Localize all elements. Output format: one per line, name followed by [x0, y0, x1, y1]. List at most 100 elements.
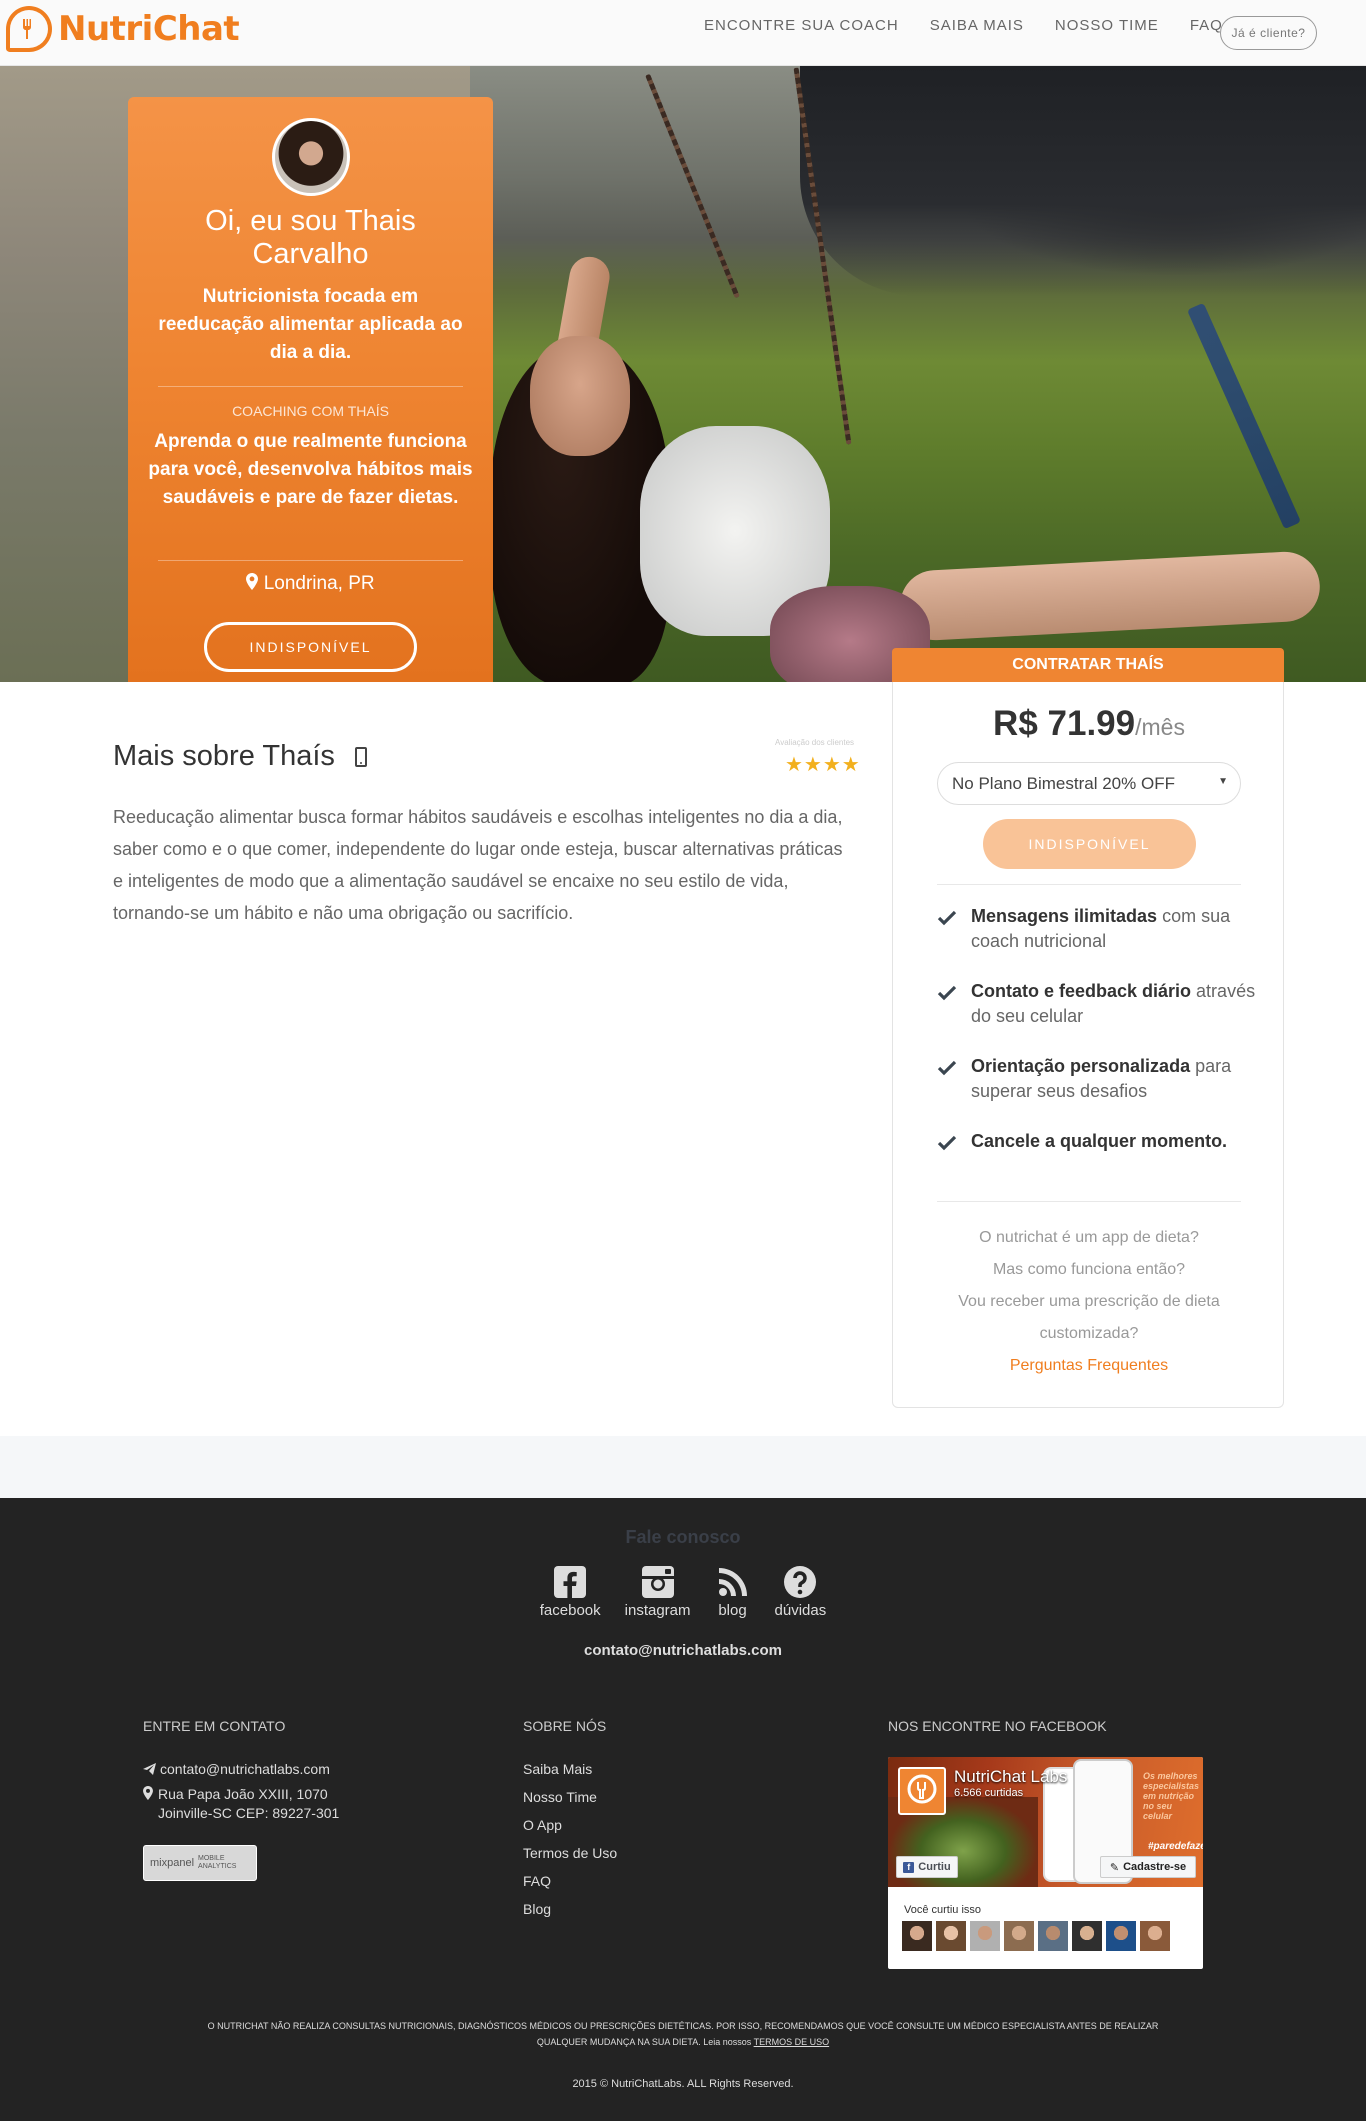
feature-bold: Contato e feedback diário	[971, 981, 1192, 1001]
fb-page-logo	[898, 1767, 946, 1815]
unavailable-button[interactable]: INDISPONÍVEL	[204, 622, 417, 672]
footer-link-nosso-time[interactable]: Nosso Time	[523, 1789, 597, 1805]
friend-avatar[interactable]	[902, 1921, 932, 1951]
social-blog[interactable]: blog	[715, 1564, 751, 1619]
nav-link-encontre-coach[interactable]: ENCONTRE SUA COACH	[704, 17, 899, 34]
map-marker-icon	[143, 1786, 158, 1802]
fb-signup-button[interactable]: ✎ Cadastre-se	[1100, 1856, 1196, 1878]
contact-email-item[interactable]: contato@nutrichatlabs.com	[143, 1761, 330, 1777]
coach-tagline: Nutricionista focada em reeducação alime…	[158, 286, 463, 363]
social-duvidas[interactable]: dúvidas	[775, 1564, 826, 1619]
nav-link-nosso-time[interactable]: NOSSO TIME	[1055, 17, 1159, 34]
coaching-description: Aprenda o que realmente funciona para vo…	[148, 431, 473, 508]
client-login-button[interactable]: Já é cliente?	[1220, 16, 1317, 50]
about-heading: Mais sobre Thaís	[113, 740, 367, 773]
price-row: R$ 71.99/mês	[893, 704, 1285, 744]
friend-avatar[interactable]	[1004, 1921, 1034, 1951]
footer-link-blog[interactable]: Blog	[523, 1901, 551, 1917]
footer-link-faq[interactable]: FAQ	[523, 1873, 551, 1889]
nav-link-faq[interactable]: FAQ	[1190, 17, 1223, 34]
footer: Fale conosco facebook instagram blog dúv…	[0, 1498, 1366, 2121]
map-marker-icon	[246, 573, 263, 594]
social-label: facebook	[539, 1602, 601, 1619]
mixpanel-sub: ANALYTICS	[198, 1863, 237, 1870]
mobile-phone-icon	[354, 746, 367, 767]
contact-email-link[interactable]: contato@nutrichatlabs.com	[0, 1642, 1366, 1659]
fb-page-name[interactable]: NutriChat Labs	[954, 1767, 1067, 1787]
location-text: Londrina, PR	[263, 573, 375, 594]
brand-name: NutriChat	[58, 9, 240, 49]
fork-bubble-icon	[6, 6, 52, 52]
faq-line: Vou receber uma prescrição de dieta	[958, 1293, 1220, 1310]
coach-location: Londrina, PR	[148, 573, 473, 595]
footer-link-saiba-mais[interactable]: Saiba Mais	[523, 1761, 592, 1777]
section-separator	[0, 1436, 1366, 1498]
fb-cover-tag: #paredefazerdieta	[1148, 1841, 1203, 1852]
plan-select-value: No Plano Bimestral 20% OFF	[952, 773, 1175, 793]
fb-likes-count: 6.566 curtidas	[954, 1787, 1024, 1799]
contact-email-text: contato@nutrichatlabs.com	[160, 1761, 330, 1777]
social-label: blog	[718, 1602, 747, 1619]
feature-item: Cancele a qualquer momento.	[937, 1129, 1257, 1156]
feature-bold: Orientação personalizada	[971, 1056, 1191, 1076]
check-icon	[937, 1060, 959, 1104]
friend-avatar[interactable]	[1106, 1921, 1136, 1951]
divider	[158, 386, 463, 387]
fb-cover: Os melhores especialistas em nutrição no…	[888, 1757, 1203, 1887]
fb-friend-faces	[902, 1921, 1174, 1951]
footer-link-o-app[interactable]: O App	[523, 1817, 562, 1833]
friend-avatar[interactable]	[1140, 1921, 1170, 1951]
check-icon	[937, 910, 959, 954]
pricing-unavailable-button[interactable]: INDISPONÍVEL	[983, 819, 1196, 869]
rss-icon	[715, 1564, 751, 1600]
social-label: instagram	[624, 1602, 691, 1619]
question-icon	[782, 1564, 818, 1600]
mixpanel-text: mixpanel	[150, 1857, 195, 1869]
about-column-title: SOBRE NÓS	[523, 1718, 607, 1734]
address-line-2: Joinville-SC CEP: 89227-301	[158, 1805, 340, 1821]
brand-logo[interactable]: NutriChat	[6, 6, 240, 52]
faq-line: Mas como funciona então?	[992, 1261, 1186, 1278]
person-face	[530, 336, 630, 456]
feature-bold: Cancele a qualquer momento.	[971, 1131, 1228, 1151]
faq-teaser: O nutrichat é um app de dieta? Mas como …	[893, 1222, 1285, 1382]
divider	[937, 884, 1241, 885]
faq-link[interactable]: Perguntas Frequentes	[893, 1350, 1285, 1382]
check-icon	[937, 985, 959, 1029]
feature-item: Contato e feedback diário através do seu…	[937, 979, 1257, 1029]
social-facebook[interactable]: facebook	[540, 1564, 601, 1619]
price-unit: /mês	[1135, 714, 1185, 740]
friend-avatar[interactable]	[970, 1921, 1000, 1951]
facebook-page-widget[interactable]: Os melhores especialistas em nutrição no…	[888, 1757, 1203, 1969]
coach-name: Oi, eu sou Thais Carvalho	[205, 205, 416, 270]
fb-like-label: Curtiu	[918, 1861, 951, 1873]
coaching-label: COACHING COM THAÍS	[232, 403, 389, 419]
feature-item: Orientação personalizada para superar se…	[937, 1054, 1257, 1104]
pencil-icon: ✎	[1109, 1861, 1120, 1874]
medical-disclaimer: O NUTRICHAT NÃO REALIZA CONSULTAS NUTRIC…	[200, 2018, 1166, 2050]
fb-like-button[interactable]: f Curtiu	[896, 1856, 958, 1878]
plan-select[interactable]: No Plano Bimestral 20% OFF ▼	[937, 762, 1241, 805]
swing-chain	[645, 73, 740, 299]
footer-link-termos[interactable]: Termos de Uso	[523, 1845, 617, 1861]
friend-avatar[interactable]	[1038, 1921, 1068, 1951]
nav-link-saiba-mais[interactable]: SAIBA MAIS	[930, 17, 1024, 34]
social-instagram[interactable]: instagram	[625, 1564, 691, 1619]
coach-profile-card: Oi, eu sou Thais Carvalho Nutricionista …	[128, 97, 493, 682]
swing-pole	[1186, 302, 1302, 530]
terms-link[interactable]: TERMOS DE USO	[754, 2037, 830, 2047]
send-icon	[143, 1761, 160, 1777]
hero-background-car	[800, 66, 1366, 296]
friend-avatar[interactable]	[936, 1921, 966, 1951]
mixpanel-badge[interactable]: mixpanel MOBILE ANALYTICS	[143, 1845, 257, 1881]
facebook-column-title: NOS ENCONTRE NO FACEBOOK	[888, 1718, 1107, 1734]
fb-signup-label: Cadastre-se	[1123, 1861, 1187, 1873]
faq-line: O nutrichat é um app de dieta?	[979, 1229, 1199, 1246]
star-rating: ★★★★	[785, 754, 861, 776]
social-links: facebook instagram blog dúvidas	[0, 1564, 1366, 1619]
fb-you-liked: Você curtiu isso	[904, 1904, 982, 1916]
check-icon	[937, 1135, 959, 1156]
hire-coach-tab: CONTRATAR THAÍS	[892, 648, 1284, 682]
friend-avatar[interactable]	[1072, 1921, 1102, 1951]
address-line-1: Rua Papa João XXIII, 1070	[158, 1786, 328, 1802]
